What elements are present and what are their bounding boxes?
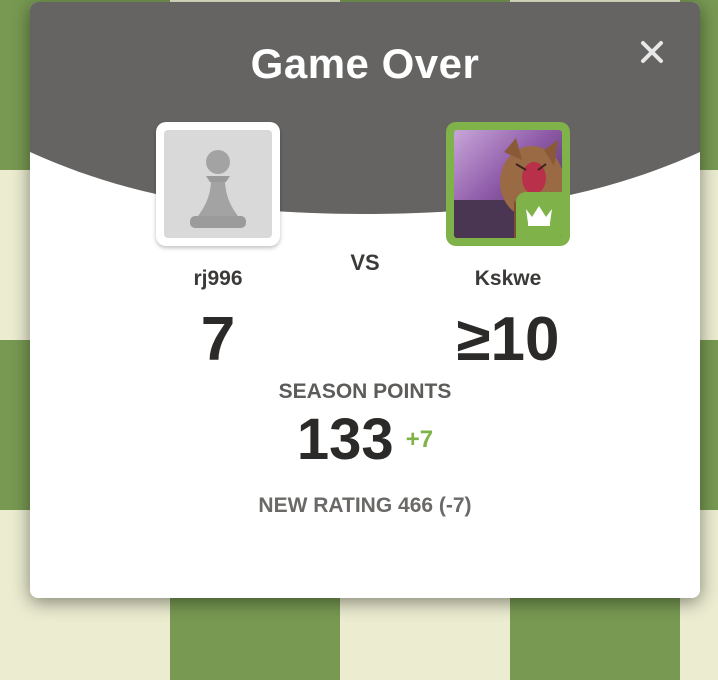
player-name-right[interactable]: Kskwe bbox=[418, 267, 598, 291]
player-avatar-left[interactable] bbox=[156, 122, 280, 246]
season-points-label: SEASON POINTS bbox=[278, 380, 452, 403]
score-left: 7 bbox=[200, 305, 236, 374]
player-avatar-right[interactable] bbox=[446, 122, 570, 246]
score-right: ≥10 bbox=[456, 305, 560, 374]
pawn-icon bbox=[190, 150, 246, 228]
winner-badge bbox=[516, 192, 562, 238]
modal-title: Game Over bbox=[250, 40, 480, 87]
player-name-left[interactable]: rj996 bbox=[128, 267, 308, 291]
crown-icon bbox=[526, 206, 552, 226]
close-button[interactable] bbox=[630, 30, 674, 74]
close-icon bbox=[641, 41, 663, 63]
new-rating: NEW RATING 466 (-7) bbox=[258, 494, 472, 517]
season-points-delta: +7 bbox=[405, 425, 434, 453]
season-points-value: 133 bbox=[296, 407, 394, 472]
cat-photo bbox=[454, 130, 562, 238]
game-over-modal: Game Over VS rj996 Kskwe 7 ≥10 SEASON PO… bbox=[30, 2, 700, 598]
versus-label: VS bbox=[350, 250, 380, 275]
modal-header bbox=[30, 2, 700, 232]
season-points-row: 133 +7 bbox=[30, 406, 700, 473]
